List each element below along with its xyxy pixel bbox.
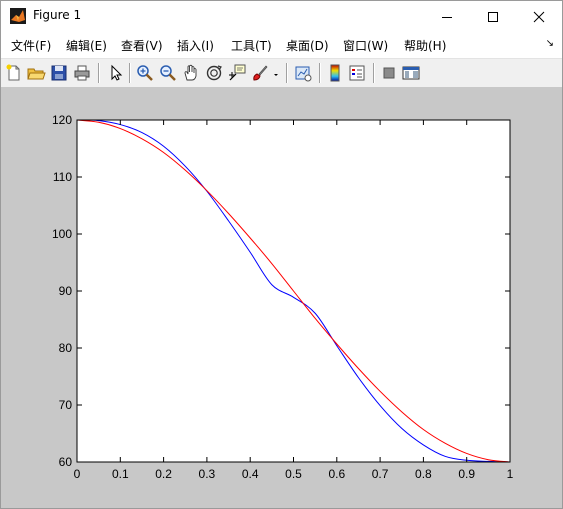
menu-edit[interactable]: 编辑(E)	[66, 37, 107, 54]
pan-hand-icon	[184, 64, 197, 81]
y-tick-label: 80	[59, 341, 73, 355]
minimize-button[interactable]	[424, 1, 470, 32]
figure-canvas: 0 0.1 0.2 0.3 0.4 0.5 0.6 0.7 0.8 0.9 1 60 70 80 90 100…	[1, 87, 562, 508]
show-plot-tools-icon	[402, 66, 420, 80]
open-file-button[interactable]	[26, 63, 46, 83]
colorbar-icon	[330, 64, 340, 82]
x-tick-label: 0.5	[285, 467, 302, 481]
hide-plot-tools-button[interactable]	[379, 63, 399, 83]
toolbar-separator	[319, 63, 321, 83]
save-button[interactable]	[49, 63, 69, 83]
y-tick-label: 60	[59, 455, 73, 469]
zoom-out-button[interactable]	[158, 63, 178, 83]
close-icon	[533, 11, 545, 22]
zoom-out-icon	[160, 65, 176, 81]
new-figure-icon	[6, 64, 20, 81]
brush-dropdown-icon	[274, 74, 278, 76]
colorbar-button[interactable]	[325, 63, 345, 83]
window-title: Figure 1	[33, 8, 82, 22]
legend-button[interactable]	[347, 63, 367, 83]
menu-file[interactable]: 文件(F)	[11, 37, 51, 54]
menu-view[interactable]: 查看(V)	[121, 37, 163, 54]
print-icon	[74, 65, 90, 81]
menu-desktop[interactable]: 桌面(D)	[286, 37, 329, 54]
x-tick-label: 0.4	[242, 467, 259, 481]
x-tick-label: 0	[74, 467, 81, 481]
zoom-in-button[interactable]	[135, 63, 155, 83]
brush-button[interactable]	[250, 63, 270, 83]
hide-plot-tools-icon	[383, 67, 395, 79]
menu-bar: 文件(F) 编辑(E) 查看(V) 插入(I) 工具(T) 桌面(D) 窗口(W…	[1, 32, 562, 58]
data-cursor-icon	[229, 64, 246, 81]
line-plot: 0 0.1 0.2 0.3 0.4 0.5 0.6 0.7 0.8 0.9 1 60 70 80 90 100…	[52, 113, 514, 481]
link-plot-button[interactable]	[293, 63, 313, 83]
rotate-3d-button[interactable]	[204, 63, 224, 83]
menu-insert[interactable]: 插入(I)	[177, 37, 214, 54]
y-tick-label: 100	[52, 227, 72, 241]
x-tick-label: 0.6	[328, 467, 345, 481]
x-tick-label: 0.3	[199, 467, 216, 481]
pointer-icon	[111, 64, 123, 81]
x-tick-label: 1	[507, 467, 514, 481]
x-tick-label: 0.9	[458, 467, 475, 481]
pointer-button[interactable]	[105, 63, 125, 83]
show-plot-tools-button[interactable]	[401, 63, 421, 83]
close-button[interactable]	[516, 1, 562, 32]
link-plot-icon	[295, 66, 312, 82]
menu-tools[interactable]: 工具(T)	[231, 37, 272, 54]
title-bar[interactable]: Figure 1	[1, 1, 562, 32]
maximize-button[interactable]	[470, 1, 516, 32]
brush-icon	[253, 65, 268, 81]
data-cursor-button[interactable]	[227, 63, 247, 83]
brush-dropdown-button[interactable]	[271, 63, 281, 83]
minimize-icon	[442, 16, 452, 18]
legend-icon	[349, 65, 365, 81]
toolbar-separator	[129, 63, 131, 83]
dock-arrow-icon[interactable]: ↘	[546, 38, 554, 49]
save-icon	[51, 65, 67, 81]
print-button[interactable]	[72, 63, 92, 83]
x-tick-label: 0.1	[112, 467, 129, 481]
toolbar-separator	[373, 63, 375, 83]
maximize-icon	[488, 11, 498, 22]
figure-window: Figure 1 文件(F) 编辑(E) 查看(V) 插入(I) 工具(T) 桌…	[0, 0, 563, 509]
new-figure-button[interactable]	[4, 63, 24, 83]
y-tick-label: 120	[52, 113, 72, 127]
y-tick-label: 110	[53, 170, 72, 184]
figure-toolbar	[1, 58, 562, 88]
toolbar-separator	[98, 63, 100, 83]
y-tick-label: 90	[59, 284, 73, 298]
toolbar-separator	[286, 63, 288, 83]
zoom-in-icon	[137, 65, 153, 81]
x-tick-label: 0.7	[372, 467, 389, 481]
y-tick-label: 70	[59, 398, 73, 412]
open-file-icon	[27, 68, 46, 80]
matlab-logo-icon	[10, 8, 26, 24]
x-tick-label: 0.8	[415, 467, 432, 481]
menu-help[interactable]: 帮助(H)	[404, 37, 446, 54]
menu-window[interactable]: 窗口(W)	[343, 37, 388, 54]
x-tick-label: 0.2	[155, 467, 172, 481]
rotate-3d-icon	[206, 65, 222, 81]
pan-button[interactable]	[181, 63, 201, 83]
